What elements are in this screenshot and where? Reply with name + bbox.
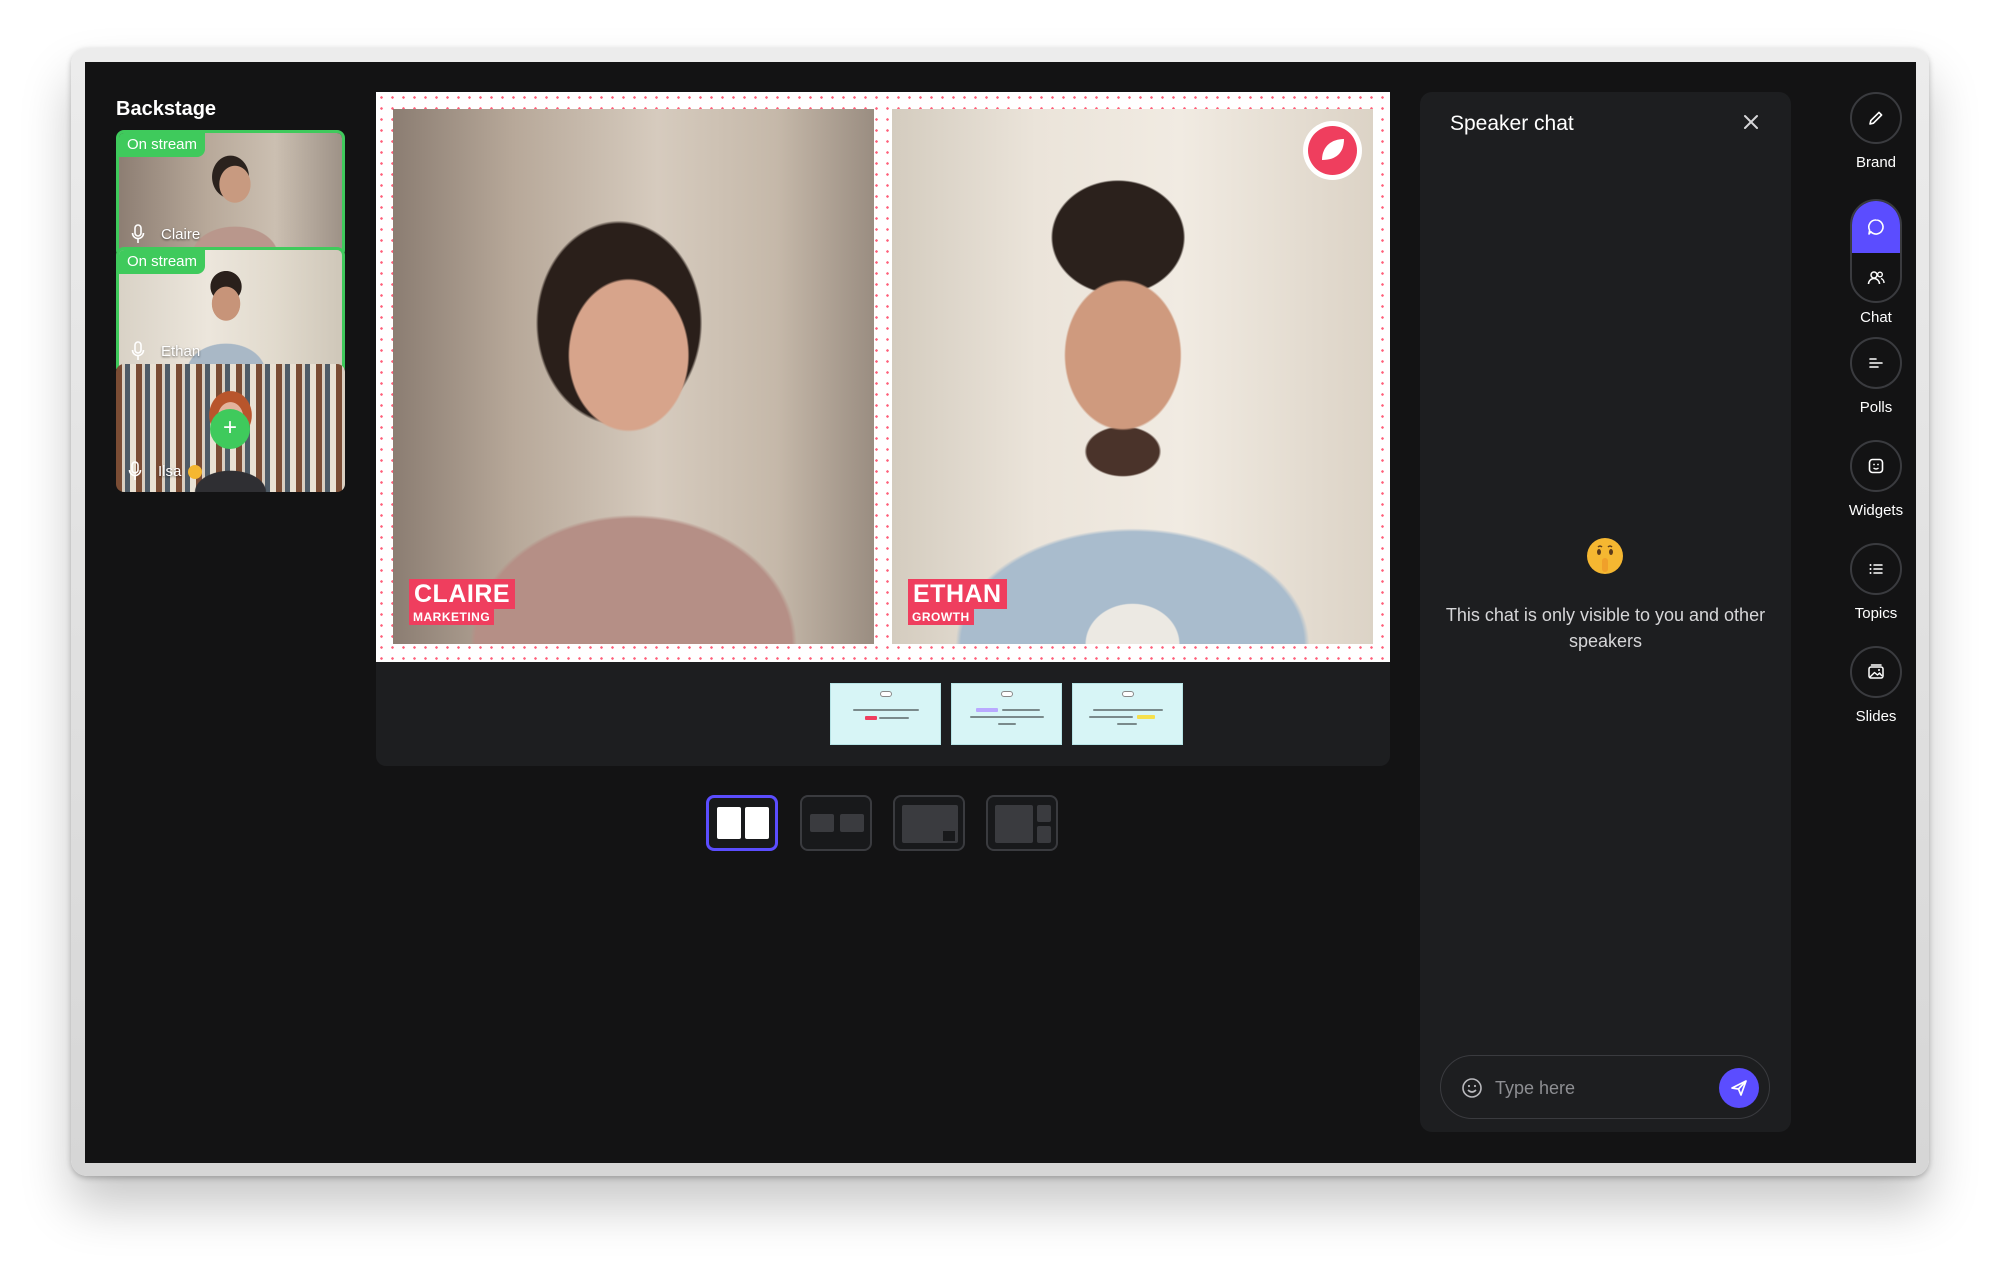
microphone-icon[interactable] [131, 341, 145, 361]
widgets-button[interactable] [1850, 440, 1902, 492]
slides-button[interactable] [1850, 646, 1902, 698]
participant-name: Ilsa [158, 463, 182, 480]
stage-canvas: CLAIRE MARKETING ETHAN GROWTH [376, 92, 1390, 662]
layout-picture-in-picture-button[interactable] [893, 795, 965, 851]
rail-label: Polls [1859, 399, 1893, 416]
topics-button[interactable] [1850, 543, 1902, 595]
layout-side-by-side-button[interactable] [706, 795, 778, 851]
backstage-title: Backstage [116, 98, 217, 120]
shushing-face-icon [1587, 538, 1623, 574]
microphone-icon[interactable] [131, 224, 145, 244]
layout-small-pair-button[interactable] [800, 795, 872, 851]
rail-label: Widgets [1848, 502, 1904, 519]
speaker-role-label: GROWTH [908, 609, 974, 625]
speaker-video-ethan[interactable]: ETHAN GROWTH [892, 109, 1373, 644]
on-stream-badge: On stream [119, 133, 206, 157]
slide-thumbnail[interactable] [830, 683, 941, 745]
speaker-video-claire[interactable]: CLAIRE MARKETING [393, 109, 874, 644]
backstage-tile-ethan[interactable]: On stream Ethan [116, 247, 345, 375]
emoji-picker-icon[interactable] [1461, 1077, 1483, 1099]
rail-item-topics[interactable]: Topics [1850, 543, 1902, 622]
participant-name: Ethan [161, 343, 201, 360]
users-icon [1867, 271, 1885, 285]
rail-item-widgets[interactable]: Widgets [1849, 440, 1903, 519]
slides-strip [376, 662, 1390, 766]
on-stream-badge: On stream [119, 250, 206, 274]
rail-item-slides[interactable]: Slides [1850, 646, 1902, 725]
polls-icon [1869, 358, 1883, 368]
add-to-stage-button[interactable]: + [210, 409, 250, 449]
brand-logo-icon [1303, 121, 1362, 180]
rail-item-brand[interactable]: Brand [1850, 92, 1902, 171]
speaker-chat-panel: Speaker chat This chat is only visible t… [1420, 92, 1791, 1132]
backstage-tile-claire[interactable]: On stream Claire [116, 130, 345, 258]
chat-input-bar [1440, 1055, 1770, 1119]
chat-speakers-tab[interactable] [1852, 201, 1900, 253]
send-icon [1731, 1080, 1747, 1096]
claire-video-feed [393, 109, 874, 644]
rail-label: Chat [1860, 309, 1892, 326]
speaker-name-label: CLAIRE [409, 579, 516, 609]
pencil-icon [1869, 111, 1883, 125]
polls-button[interactable] [1850, 337, 1902, 389]
chat-empty-message: This chat is only visible to you and oth… [1445, 605, 1766, 651]
participant-name: Claire [161, 226, 201, 243]
chat-title: Speaker chat [1450, 112, 1574, 135]
chat-message-input[interactable] [1495, 1074, 1695, 1102]
close-icon[interactable] [1741, 112, 1761, 132]
chat-attendees-tab[interactable] [1852, 253, 1900, 301]
rail-label: Slides [1855, 708, 1897, 725]
image-icon [1868, 664, 1884, 679]
speaker-role-label: MARKETING [409, 609, 495, 625]
slide-thumbnail[interactable] [1072, 683, 1183, 745]
layout-grid-sidebar-button[interactable] [986, 795, 1058, 851]
brand-button[interactable] [1850, 92, 1902, 144]
microphone-icon[interactable] [128, 461, 142, 481]
chat-icon [1868, 219, 1884, 235]
smile-emoji-icon [188, 465, 202, 479]
widgets-icon [1868, 458, 1884, 474]
ethan-video-feed [892, 109, 1373, 644]
speaker-name-label: ETHAN [908, 579, 1007, 609]
send-button[interactable] [1719, 1068, 1759, 1108]
app-screen: Backstage On stream Claire On stream Eth… [85, 62, 1916, 1163]
lower-third-ethan: ETHAN GROWTH [908, 579, 1007, 625]
lower-third-claire: CLAIRE MARKETING [409, 579, 516, 625]
rail-label: Brand [1855, 154, 1897, 171]
list-icon [1869, 564, 1883, 574]
rail-label: Topics [1854, 605, 1898, 622]
rail-item-chat[interactable] [1850, 199, 1902, 303]
rail-item-polls[interactable]: Polls [1850, 337, 1902, 416]
backstage-tile-ilsa[interactable]: + Ilsa [116, 364, 345, 492]
slide-thumbnail[interactable] [951, 683, 1062, 745]
